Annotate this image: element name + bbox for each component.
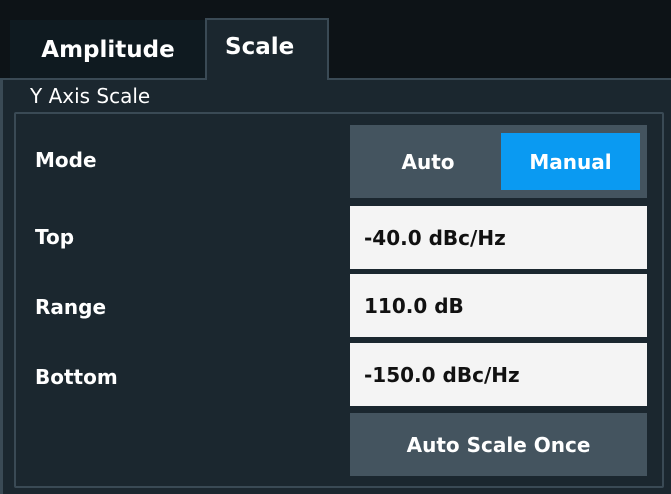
range-label: Range [35, 295, 107, 319]
tab-divider [329, 78, 671, 80]
mode-auto-option[interactable]: Auto [358, 133, 498, 190]
top-label: Top [35, 225, 75, 249]
tab-divider [0, 78, 206, 80]
auto-scale-once-button[interactable]: Auto Scale Once [350, 413, 647, 476]
mode-label: Mode [35, 148, 97, 172]
mode-toggle: Auto Manual [350, 125, 647, 198]
range-input[interactable]: 110.0 dB [350, 274, 647, 337]
bottom-input[interactable]: -150.0 dBc/Hz [350, 343, 647, 406]
tab-scale[interactable]: Scale [205, 18, 329, 80]
top-input[interactable]: -40.0 dBc/Hz [350, 206, 647, 269]
panel-border [0, 80, 3, 494]
mode-manual-option[interactable]: Manual [501, 133, 640, 190]
y-axis-scale-dialog: Amplitude Scale Y Axis Scale Mode Auto M… [0, 0, 671, 494]
tab-bar: Amplitude Scale [0, 0, 671, 80]
bottom-label: Bottom [35, 365, 118, 389]
tab-amplitude[interactable]: Amplitude [10, 20, 206, 80]
group-title: Y Axis Scale [30, 84, 151, 108]
